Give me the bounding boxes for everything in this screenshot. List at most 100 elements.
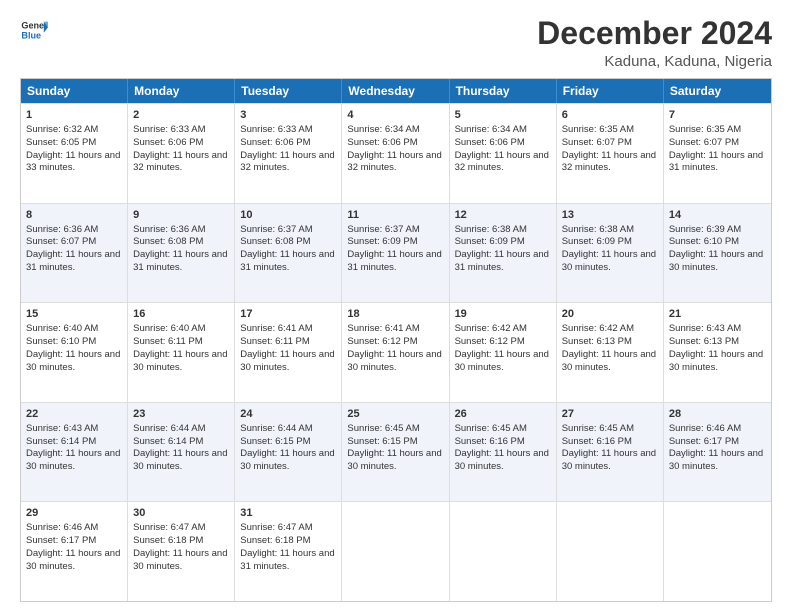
- day-number: 10: [240, 208, 336, 223]
- sunset: Sunset: 6:13 PM: [669, 336, 739, 347]
- daylight: Daylight: 11 hours and 32 minutes.: [562, 150, 656, 174]
- day-number: 6: [562, 108, 658, 123]
- sunrise: Sunrise: 6:38 AM: [455, 224, 527, 235]
- daylight: Daylight: 11 hours and 30 minutes.: [562, 448, 656, 472]
- sunrise: Sunrise: 6:40 AM: [26, 323, 98, 334]
- header-sunday: Sunday: [21, 79, 128, 103]
- sunset: Sunset: 6:10 PM: [26, 336, 96, 347]
- cell-dec7: 7 Sunrise: 6:35 AM Sunset: 6:07 PM Dayli…: [664, 104, 771, 203]
- cell-dec12: 12 Sunrise: 6:38 AM Sunset: 6:09 PM Dayl…: [450, 204, 557, 303]
- day-number: 7: [669, 108, 766, 123]
- sunset: Sunset: 6:09 PM: [347, 236, 417, 247]
- calendar-body: 1 Sunrise: 6:32 AM Sunset: 6:05 PM Dayli…: [21, 103, 771, 601]
- day-number: 23: [133, 407, 229, 422]
- daylight: Daylight: 11 hours and 30 minutes.: [455, 448, 549, 472]
- sunrise: Sunrise: 6:36 AM: [26, 224, 98, 235]
- sunrise: Sunrise: 6:32 AM: [26, 124, 98, 135]
- header-wednesday: Wednesday: [342, 79, 449, 103]
- cell-dec16: 16 Sunrise: 6:40 AM Sunset: 6:11 PM Dayl…: [128, 303, 235, 402]
- sunset: Sunset: 6:12 PM: [347, 336, 417, 347]
- cell-dec13: 13 Sunrise: 6:38 AM Sunset: 6:09 PM Dayl…: [557, 204, 664, 303]
- sunset: Sunset: 6:17 PM: [26, 535, 96, 546]
- day-number: 31: [240, 506, 336, 521]
- sunset: Sunset: 6:18 PM: [133, 535, 203, 546]
- day-number: 25: [347, 407, 443, 422]
- daylight: Daylight: 11 hours and 31 minutes.: [669, 150, 763, 174]
- daylight: Daylight: 11 hours and 30 minutes.: [455, 349, 549, 373]
- week-2: 8 Sunrise: 6:36 AM Sunset: 6:07 PM Dayli…: [21, 203, 771, 303]
- cell-dec27: 27 Sunrise: 6:45 AM Sunset: 6:16 PM Dayl…: [557, 403, 664, 502]
- daylight: Daylight: 11 hours and 30 minutes.: [669, 249, 763, 273]
- sunset: Sunset: 6:06 PM: [240, 137, 310, 148]
- cell-dec31: 31 Sunrise: 6:47 AM Sunset: 6:18 PM Dayl…: [235, 502, 342, 601]
- sunrise: Sunrise: 6:43 AM: [669, 323, 741, 334]
- sunset: Sunset: 6:07 PM: [669, 137, 739, 148]
- sunrise: Sunrise: 6:44 AM: [133, 423, 205, 434]
- day-number: 5: [455, 108, 551, 123]
- sunrise: Sunrise: 6:40 AM: [133, 323, 205, 334]
- sunset: Sunset: 6:06 PM: [133, 137, 203, 148]
- sunrise: Sunrise: 6:37 AM: [240, 224, 312, 235]
- calendar-subtitle: Kaduna, Kaduna, Nigeria: [537, 53, 772, 70]
- sunset: Sunset: 6:16 PM: [455, 436, 525, 447]
- sunrise: Sunrise: 6:45 AM: [562, 423, 634, 434]
- sunrise: Sunrise: 6:41 AM: [240, 323, 312, 334]
- header: General Blue December 2024 Kaduna, Kadun…: [20, 16, 772, 70]
- cell-dec17: 17 Sunrise: 6:41 AM Sunset: 6:11 PM Dayl…: [235, 303, 342, 402]
- cell-dec23: 23 Sunrise: 6:44 AM Sunset: 6:14 PM Dayl…: [128, 403, 235, 502]
- daylight: Daylight: 11 hours and 30 minutes.: [347, 448, 441, 472]
- cell-dec25: 25 Sunrise: 6:45 AM Sunset: 6:15 PM Dayl…: [342, 403, 449, 502]
- sunrise: Sunrise: 6:44 AM: [240, 423, 312, 434]
- cell-dec6: 6 Sunrise: 6:35 AM Sunset: 6:07 PM Dayli…: [557, 104, 664, 203]
- cell-dec15: 15 Sunrise: 6:40 AM Sunset: 6:10 PM Dayl…: [21, 303, 128, 402]
- daylight: Daylight: 11 hours and 30 minutes.: [133, 448, 227, 472]
- sunrise: Sunrise: 6:46 AM: [26, 522, 98, 533]
- day-number: 27: [562, 407, 658, 422]
- calendar-header: Sunday Monday Tuesday Wednesday Thursday…: [21, 79, 771, 103]
- week-5: 29 Sunrise: 6:46 AM Sunset: 6:17 PM Dayl…: [21, 501, 771, 601]
- day-number: 12: [455, 208, 551, 223]
- cell-dec9: 9 Sunrise: 6:36 AM Sunset: 6:08 PM Dayli…: [128, 204, 235, 303]
- cell-dec3: 3 Sunrise: 6:33 AM Sunset: 6:06 PM Dayli…: [235, 104, 342, 203]
- cell-dec2: 2 Sunrise: 6:33 AM Sunset: 6:06 PM Dayli…: [128, 104, 235, 203]
- day-number: 28: [669, 407, 766, 422]
- day-number: 15: [26, 307, 122, 322]
- sunrise: Sunrise: 6:34 AM: [347, 124, 419, 135]
- day-number: 26: [455, 407, 551, 422]
- sunrise: Sunrise: 6:34 AM: [455, 124, 527, 135]
- day-number: 22: [26, 407, 122, 422]
- week-4: 22 Sunrise: 6:43 AM Sunset: 6:14 PM Dayl…: [21, 402, 771, 502]
- calendar: Sunday Monday Tuesday Wednesday Thursday…: [20, 78, 772, 602]
- day-number: 16: [133, 307, 229, 322]
- daylight: Daylight: 11 hours and 32 minutes.: [240, 150, 334, 174]
- daylight: Daylight: 11 hours and 31 minutes.: [26, 249, 120, 273]
- sunset: Sunset: 6:18 PM: [240, 535, 310, 546]
- daylight: Daylight: 11 hours and 32 minutes.: [455, 150, 549, 174]
- header-thursday: Thursday: [450, 79, 557, 103]
- sunset: Sunset: 6:12 PM: [455, 336, 525, 347]
- sunrise: Sunrise: 6:39 AM: [669, 224, 741, 235]
- day-number: 9: [133, 208, 229, 223]
- daylight: Daylight: 11 hours and 30 minutes.: [26, 448, 120, 472]
- sunset: Sunset: 6:14 PM: [133, 436, 203, 447]
- day-number: 24: [240, 407, 336, 422]
- sunrise: Sunrise: 6:38 AM: [562, 224, 634, 235]
- day-number: 29: [26, 506, 122, 521]
- sunset: Sunset: 6:07 PM: [562, 137, 632, 148]
- cell-empty-4: [664, 502, 771, 601]
- sunrise: Sunrise: 6:37 AM: [347, 224, 419, 235]
- sunset: Sunset: 6:15 PM: [240, 436, 310, 447]
- cell-dec30: 30 Sunrise: 6:47 AM Sunset: 6:18 PM Dayl…: [128, 502, 235, 601]
- sunrise: Sunrise: 6:42 AM: [562, 323, 634, 334]
- daylight: Daylight: 11 hours and 30 minutes.: [240, 448, 334, 472]
- week-1: 1 Sunrise: 6:32 AM Sunset: 6:05 PM Dayli…: [21, 103, 771, 203]
- sunrise: Sunrise: 6:33 AM: [240, 124, 312, 135]
- day-number: 3: [240, 108, 336, 123]
- sunset: Sunset: 6:16 PM: [562, 436, 632, 447]
- day-number: 11: [347, 208, 443, 223]
- daylight: Daylight: 11 hours and 30 minutes.: [240, 349, 334, 373]
- header-tuesday: Tuesday: [235, 79, 342, 103]
- header-friday: Friday: [557, 79, 664, 103]
- daylight: Daylight: 11 hours and 32 minutes.: [133, 150, 227, 174]
- cell-dec1: 1 Sunrise: 6:32 AM Sunset: 6:05 PM Dayli…: [21, 104, 128, 203]
